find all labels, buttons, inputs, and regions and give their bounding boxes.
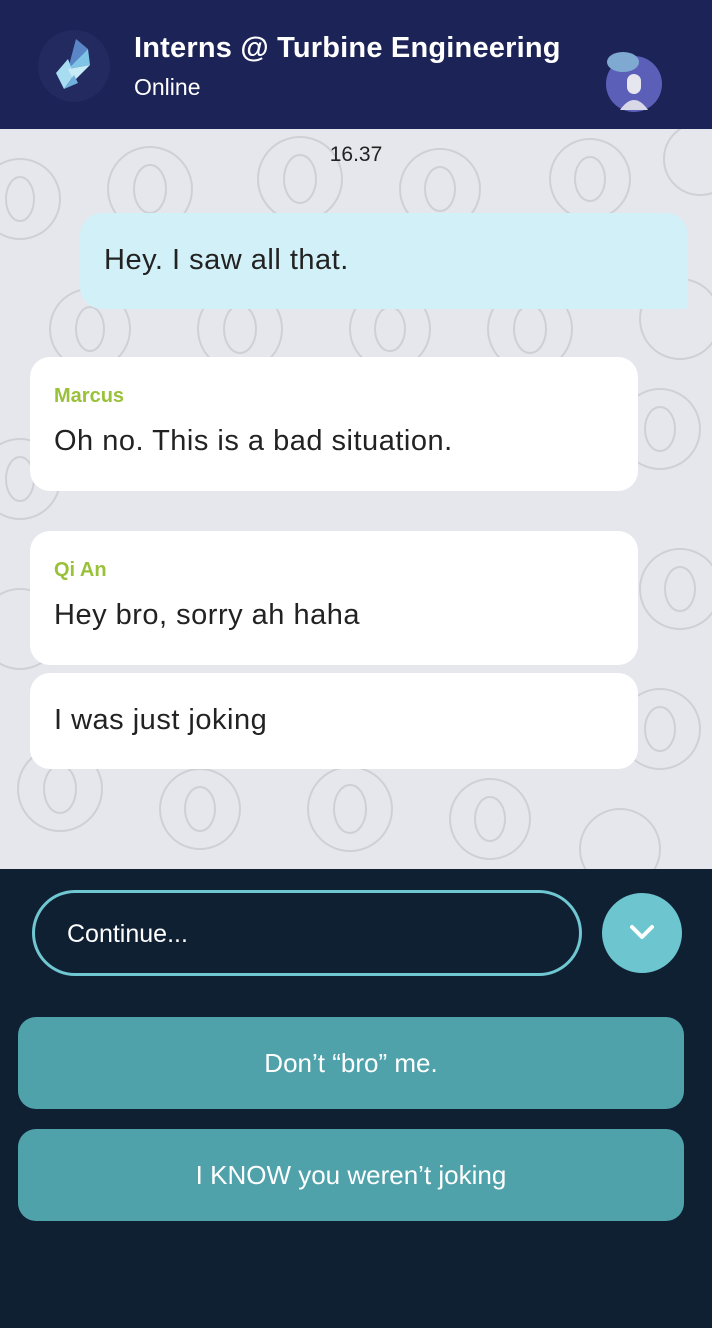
message-text: Oh no. This is a bad situation. — [54, 425, 453, 457]
sender-name: Qi An — [54, 559, 107, 581]
group-avatar-icon — [606, 52, 662, 112]
continue-input[interactable]: Continue... — [32, 890, 582, 976]
incoming-message[interactable]: Qi An Hey bro, sorry ah haha — [30, 531, 638, 665]
continue-placeholder: Continue... — [67, 920, 188, 948]
message-text: Hey bro, sorry ah haha — [54, 599, 360, 631]
chat-title: Interns @ Turbine Engineering — [134, 32, 561, 64]
app-logo — [38, 30, 110, 102]
reply-choice-button[interactable]: Don’t “bro” me. — [18, 1017, 684, 1109]
outgoing-message[interactable]: Hey. I saw all that. — [80, 213, 688, 309]
expand-choices-button[interactable] — [602, 893, 682, 973]
message-text: Hey. I saw all that. — [104, 244, 349, 276]
online-status: Online — [134, 74, 201, 100]
kite-logo-icon — [56, 39, 90, 89]
chevron-down-icon — [630, 925, 654, 939]
group-avatar[interactable] — [602, 50, 666, 116]
message-text: I was just joking — [54, 704, 268, 736]
sender-name: Marcus — [54, 385, 125, 407]
message-timestamp: 16.37 — [329, 143, 383, 166]
incoming-message[interactable]: I was just joking — [30, 673, 638, 769]
message-list[interactable]: 16.37 Hey. I saw all that. Marcus Oh no.… — [0, 129, 712, 869]
reply-panel: Continue... Don’t “bro” me. I KNOW you w… — [0, 869, 712, 1328]
incoming-message[interactable]: Marcus Oh no. This is a bad situation. — [30, 357, 638, 491]
reply-choice-button[interactable]: I KNOW you weren’t joking — [18, 1129, 684, 1221]
chat-header: Interns @ Turbine Engineering Online — [0, 0, 712, 129]
